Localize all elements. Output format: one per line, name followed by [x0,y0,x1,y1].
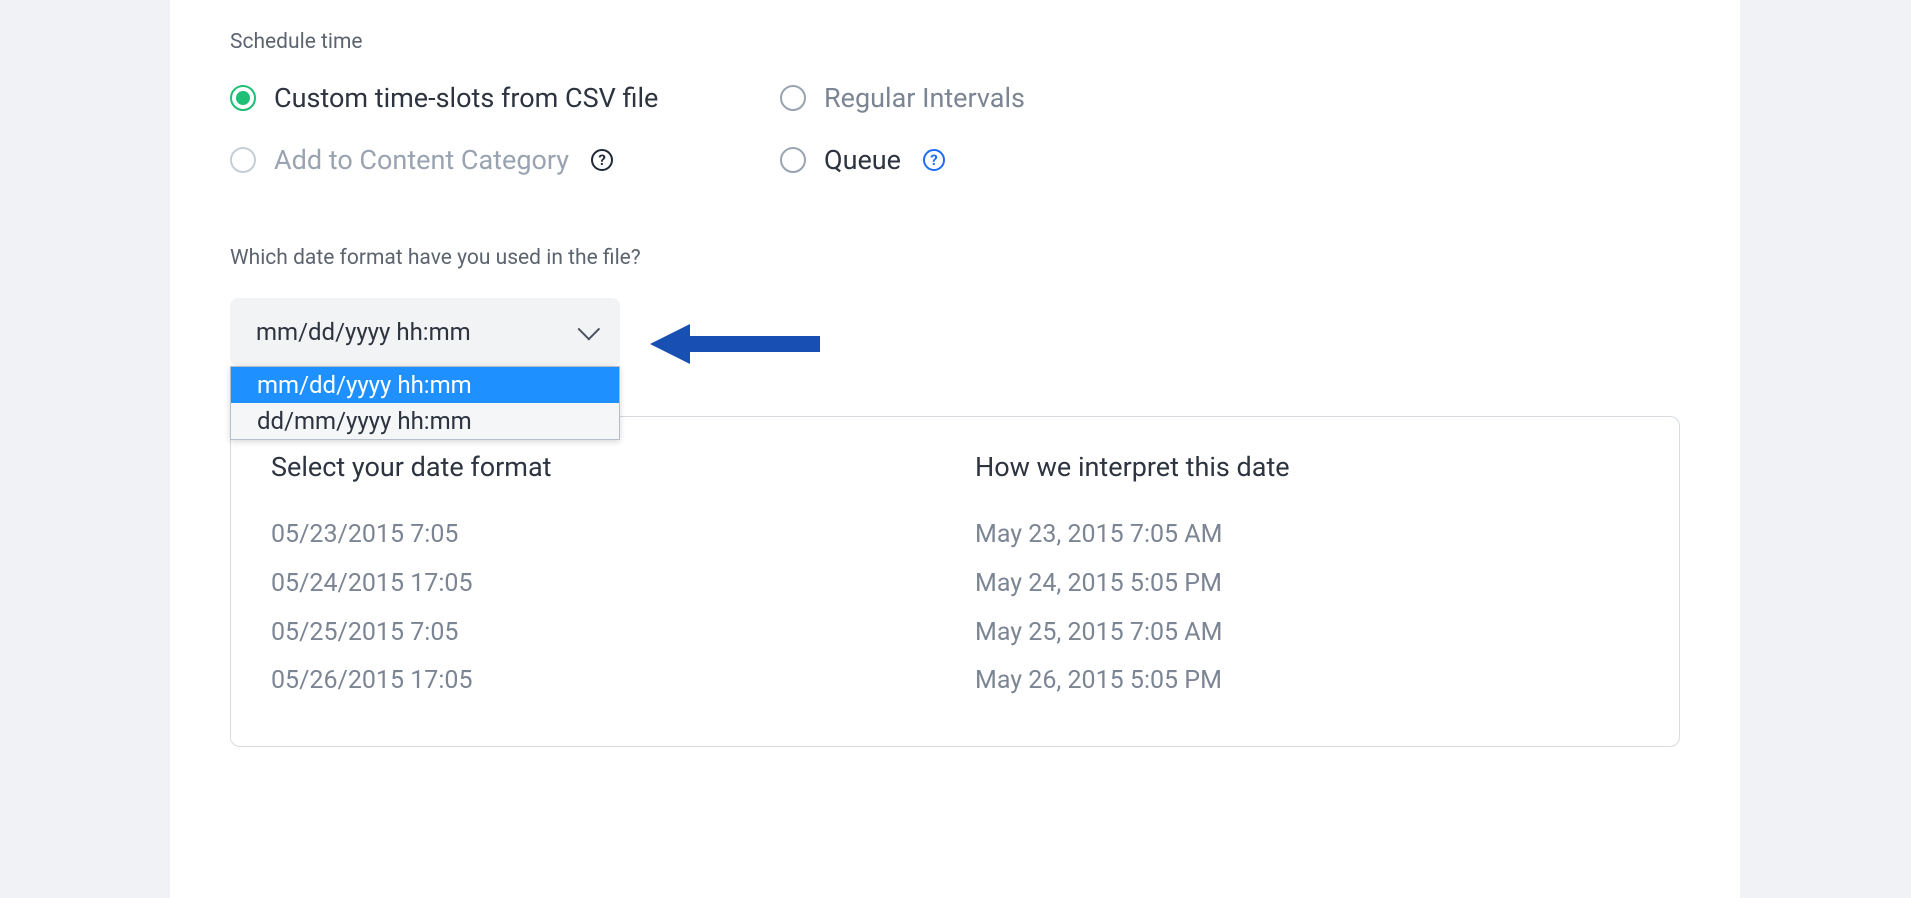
radio-icon-selected [230,85,256,111]
dropdown-option[interactable]: mm/dd/yyyy hh:mm [231,367,619,403]
preview-col2-header: How we interpret this date [975,451,1639,483]
date-format-dropdown[interactable]: mm/dd/yyyy hh:mm [230,298,620,366]
date-format-dropdown-list: mm/dd/yyyy hh:mm dd/mm/yyyy hh:mm [230,366,620,440]
preview-interpreted-row: May 23, 2015 7:05 AM [975,511,1639,560]
chevron-down-icon [578,318,601,341]
help-icon[interactable]: ? [923,149,945,171]
radio-dot-icon [236,91,250,105]
preview-input-row: 05/24/2015 17:05 [271,560,935,609]
radio-label: Queue [824,144,901,176]
dropdown-selected-value: mm/dd/yyyy hh:mm [256,318,471,346]
schedule-card: Schedule time Custom time-slots from CSV… [170,0,1740,898]
preview-input-row: 05/23/2015 7:05 [271,511,935,560]
radio-regular-intervals[interactable]: Regular Intervals [780,82,1680,114]
dropdown-option[interactable]: dd/mm/yyyy hh:mm [231,403,619,439]
radio-content-category: Add to Content Category ? [230,144,780,176]
radio-custom-csv[interactable]: Custom time-slots from CSV file [230,82,780,114]
radio-label: Custom time-slots from CSV file [274,82,658,114]
radio-icon [780,85,806,111]
preview-col1-header: Select your date format [271,451,935,483]
preview-input-row: 05/25/2015 7:05 [271,609,935,658]
date-format-question: Which date format have you used in the f… [230,246,1680,270]
section-label: Schedule time [230,30,1680,54]
schedule-radio-group: Custom time-slots from CSV file Regular … [230,82,1680,176]
preview-interpreted-row: May 24, 2015 5:05 PM [975,560,1639,609]
radio-icon [780,147,806,173]
date-format-preview: Select your date format 05/23/2015 7:05 … [230,416,1680,747]
help-icon[interactable]: ? [591,149,613,171]
preview-interpreted-row: May 26, 2015 5:05 PM [975,657,1639,706]
arrow-left-icon [650,322,820,366]
radio-label: Add to Content Category [274,144,569,176]
preview-input-row: 05/26/2015 17:05 [271,657,935,706]
radio-label: Regular Intervals [824,82,1025,114]
radio-queue[interactable]: Queue ? [780,144,1680,176]
radio-icon [230,147,256,173]
preview-interpreted-row: May 25, 2015 7:05 AM [975,609,1639,658]
date-format-dropdown-wrap: mm/dd/yyyy hh:mm mm/dd/yyyy hh:mm dd/mm/… [230,298,1680,366]
arrow-annotation [650,322,820,366]
